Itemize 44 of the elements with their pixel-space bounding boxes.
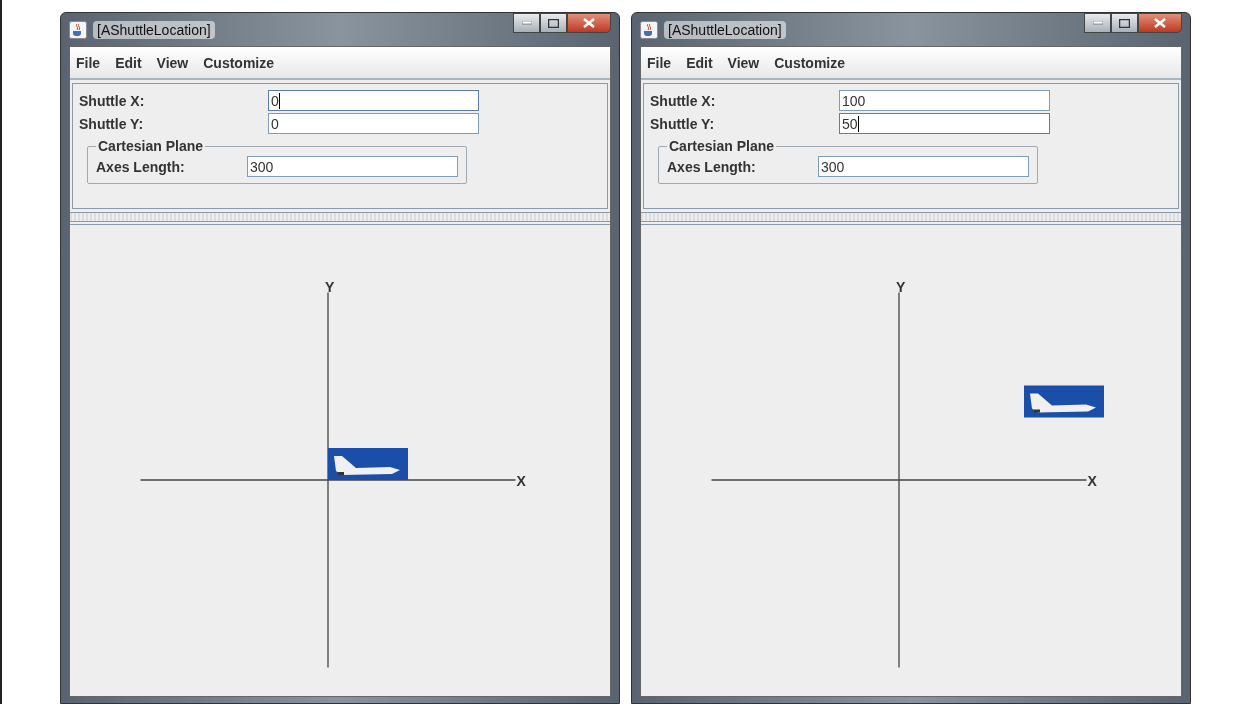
close-button[interactable] <box>567 13 611 33</box>
minimize-button[interactable] <box>1084 13 1111 33</box>
input-field[interactable]: 300 <box>818 156 1029 177</box>
field-label: Shuttle X: <box>650 92 717 109</box>
window-title: [AShuttleLocation] <box>664 20 786 39</box>
maximize-icon <box>1119 18 1130 28</box>
axis-label: X <box>516 473 526 489</box>
close-icon <box>1154 18 1166 28</box>
menu-item[interactable]: View <box>727 54 760 71</box>
close-button[interactable] <box>1138 13 1182 33</box>
menu-item[interactable]: Customize <box>203 54 275 71</box>
java-cup-icon <box>640 20 658 39</box>
menu-item[interactable]: Edit <box>115 54 142 71</box>
input-field[interactable]: 100 <box>839 90 1050 111</box>
menu-item[interactable]: View <box>156 54 189 71</box>
field-label: Axes Length: <box>667 158 757 175</box>
minimize-icon <box>1092 21 1103 25</box>
minimize-button[interactable] <box>513 13 540 33</box>
menu-item[interactable]: Edit <box>686 54 713 71</box>
minimize-icon <box>521 21 532 25</box>
window-title: [AShuttleLocation] <box>93 20 215 39</box>
maximize-icon <box>548 18 559 28</box>
input-field[interactable]: 0 <box>268 113 479 134</box>
java-cup-icon <box>69 20 87 39</box>
maximize-button[interactable] <box>1111 13 1138 33</box>
close-icon <box>583 18 595 28</box>
input-field[interactable]: 50 <box>839 113 1050 134</box>
field-label: Shuttle Y: <box>650 115 716 132</box>
menu-item[interactable]: File <box>76 54 101 71</box>
field-label: Shuttle Y: <box>79 115 145 132</box>
field-label: Axes Length: <box>96 158 186 175</box>
splitter-handle[interactable] <box>641 212 1181 222</box>
menu-item[interactable]: File <box>647 54 672 71</box>
splitter-handle[interactable] <box>70 212 610 222</box>
group-title: Cartesian Plane <box>97 138 205 154</box>
axis-label: X <box>1087 473 1097 489</box>
input-field[interactable]: 300 <box>247 156 458 177</box>
field-label: Shuttle X: <box>79 92 146 109</box>
group-title: Cartesian Plane <box>668 138 776 154</box>
maximize-button[interactable] <box>540 13 567 33</box>
axis-label: Y <box>325 278 335 295</box>
axis-label: Y <box>896 278 906 295</box>
input-field[interactable]: 0 <box>268 90 479 111</box>
menu-item[interactable]: Customize <box>774 54 846 71</box>
